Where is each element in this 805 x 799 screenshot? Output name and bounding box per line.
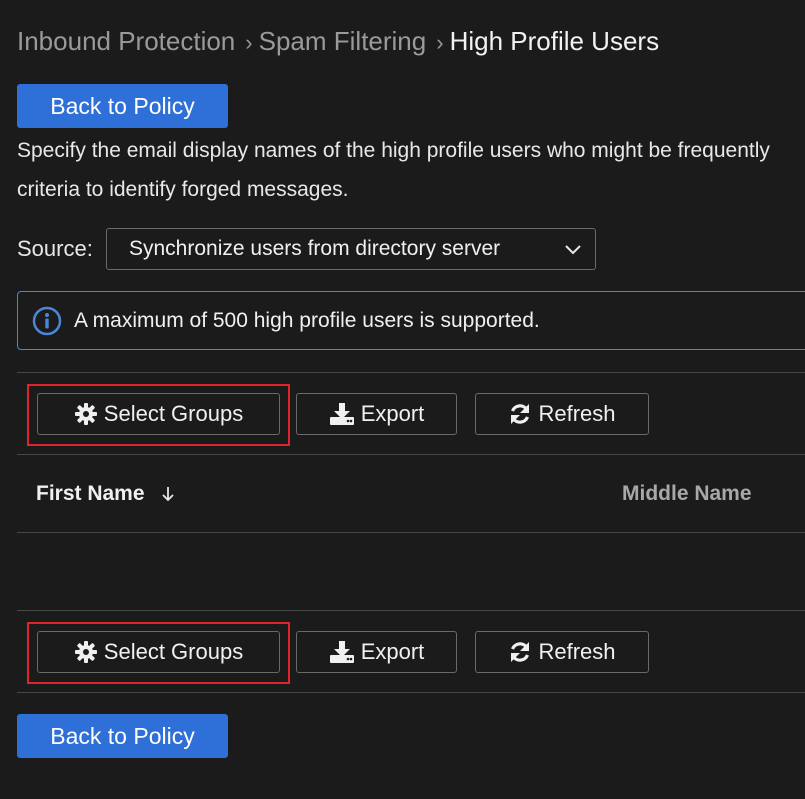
select-groups-label: Select Groups — [103, 639, 244, 664]
breadcrumb-inbound-protection[interactable]: Inbound Protection — [17, 26, 235, 56]
column-header-middle-name[interactable]: Middle Name — [622, 482, 752, 506]
refresh-icon — [511, 642, 530, 662]
refresh-label: Refresh — [538, 401, 616, 426]
breadcrumb: Inbound Protection › Spam Filtering › High P… — [17, 26, 659, 57]
gear-icon — [74, 403, 97, 425]
export-button[interactable]: Export — [296, 393, 457, 435]
info-message: A maximum of 500 high profile users is s… — [17, 291, 805, 350]
page-title: High Profile Users — [449, 26, 660, 56]
back-to-policy-button[interactable]: Back to Policy — [17, 84, 228, 128]
source-selected-value: Synchronize users from directory server — [129, 237, 501, 260]
info-icon — [32, 306, 62, 335]
column-label: First Name — [36, 482, 145, 505]
source-label: Source: — [17, 236, 93, 261]
column-header-first-name[interactable]: First Name — [36, 482, 177, 506]
toolbar-top: Select Groups Export Refresh — [17, 373, 805, 453]
back-to-policy-button[interactable]: Back to Policy — [17, 714, 228, 758]
source-dropdown[interactable]: Synchronize users from directory server — [106, 228, 596, 270]
breadcrumb-separator: › — [436, 30, 444, 55]
export-button[interactable]: Export — [296, 631, 457, 673]
breadcrumb-separator: › — [245, 30, 253, 55]
refresh-button[interactable]: Refresh — [475, 393, 649, 435]
export-label: Export — [360, 401, 425, 426]
refresh-button[interactable]: Refresh — [475, 631, 649, 673]
sort-arrow-down-icon — [161, 487, 174, 502]
description: Specify the email display names of the h… — [17, 131, 805, 209]
select-groups-button[interactable]: Select Groups — [37, 393, 280, 435]
export-label: Export — [360, 639, 425, 664]
refresh-label: Refresh — [538, 639, 616, 664]
gear-icon — [74, 641, 97, 663]
divider — [17, 454, 805, 455]
divider — [17, 692, 805, 693]
download-icon — [329, 641, 354, 663]
info-text: A maximum of 500 high profile users is s… — [74, 308, 540, 332]
chevron-down-icon — [565, 245, 581, 255]
select-groups-label: Select Groups — [103, 401, 244, 426]
table-header: First Name Middle Name — [17, 456, 805, 533]
refresh-icon — [511, 404, 530, 424]
toolbar-bottom: Select Groups Export Refresh — [17, 611, 805, 691]
description-line-1: Specify the email display names of the h… — [17, 139, 770, 162]
breadcrumb-spam-filtering[interactable]: Spam Filtering — [259, 26, 427, 56]
divider — [17, 532, 805, 533]
download-icon — [329, 403, 354, 425]
description-line-2: criteria to identify forged messages. — [17, 178, 349, 201]
select-groups-button[interactable]: Select Groups — [37, 631, 280, 673]
